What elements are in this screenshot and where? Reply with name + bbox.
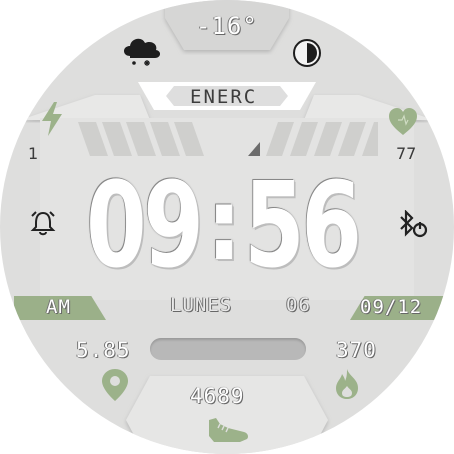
shoe-icon [209, 418, 248, 442]
contrast-icon[interactable] [292, 38, 322, 68]
day-number: 06 [286, 294, 311, 316]
watch-face: -16° ENERC 1 77 09: 56 AM 09/12 LUNES 0… [0, 0, 454, 454]
time-separator: : [206, 166, 242, 283]
day-label: LUNES [170, 294, 233, 316]
battery-value: 1 [28, 144, 39, 163]
alarm-bell-icon[interactable] [30, 210, 56, 236]
flame-icon [336, 369, 358, 399]
progress-bar [150, 338, 306, 360]
ampm-label: AM [46, 296, 71, 318]
weather-temperature: -16° [196, 12, 258, 40]
time-minutes: 56 [244, 156, 362, 294]
calories-value: 370 [336, 338, 377, 362]
cloud-snow-icon [124, 38, 161, 66]
heart-icon[interactable] [388, 108, 418, 136]
bluetooth-icon[interactable] [398, 210, 428, 238]
location-pin-icon [102, 369, 128, 401]
energy-label: ENERC [190, 86, 258, 108]
time-hours: 09 [86, 156, 204, 294]
lightning-icon [42, 102, 62, 136]
segment-bars [78, 122, 378, 156]
distance-value: 5.85 [76, 338, 131, 362]
steps-value: 4689 [190, 384, 245, 408]
date-label: 09/12 [360, 296, 423, 318]
heart-rate-value: 77 [396, 144, 417, 163]
